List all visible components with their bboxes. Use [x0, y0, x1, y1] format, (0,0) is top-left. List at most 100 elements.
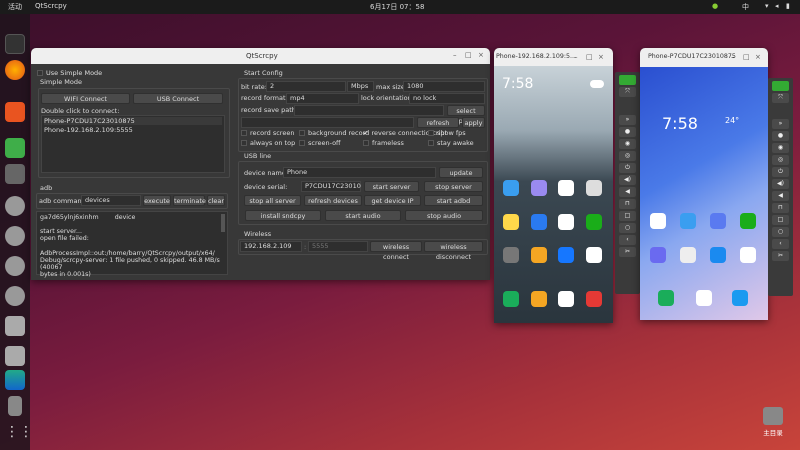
gallery-app-icon[interactable] [650, 213, 666, 229]
app-icon[interactable] [531, 247, 547, 263]
stop-all-server-button[interactable]: stop all server [244, 195, 301, 206]
touch-icon[interactable]: ● [619, 127, 636, 137]
clear-button[interactable]: clear [207, 195, 225, 206]
close-button[interactable]: × [755, 53, 761, 61]
adb-command-input[interactable]: devices [81, 195, 141, 206]
disk-icon[interactable] [5, 196, 25, 216]
app-icon[interactable] [5, 370, 25, 390]
maximize-button[interactable]: □ [743, 53, 750, 61]
volume-down-icon[interactable]: ◀ [619, 187, 636, 197]
wechat-app-icon[interactable] [586, 214, 602, 230]
contacts-app-icon[interactable] [710, 247, 726, 263]
active-app-label[interactable]: QtScrcpy [35, 2, 67, 10]
show-touches-icon[interactable]: ◉ [772, 143, 789, 153]
music-app-icon[interactable] [558, 180, 574, 196]
reverse-connection-checkbox[interactable]: ✔ reverse connection [363, 129, 434, 137]
drive-icon[interactable] [5, 316, 25, 336]
wireless-disconnect-button[interactable]: wireless disconnect [424, 241, 483, 261]
background-record-checkbox[interactable]: background record [299, 129, 369, 137]
disk-icon[interactable] [5, 286, 25, 306]
frameless-checkbox[interactable]: frameless [363, 139, 404, 147]
minimize-button[interactable]: – [574, 53, 578, 61]
log-scrollbar[interactable] [221, 214, 225, 232]
always-on-top-checkbox[interactable]: always on top [241, 139, 295, 147]
app-switch-icon[interactable]: ⊓ [619, 199, 636, 209]
bit-rate-unit-select[interactable]: Mbps [347, 81, 374, 92]
camera-app-icon[interactable] [680, 247, 696, 263]
firefox-icon[interactable] [5, 60, 25, 80]
device-name-input[interactable]: Phone [283, 167, 436, 178]
messages-app-icon[interactable] [732, 290, 748, 306]
screen-off-icon[interactable]: ◎ [619, 151, 636, 161]
start-audio-button[interactable]: start audio [325, 210, 401, 221]
apply-button[interactable]: apply [462, 117, 485, 128]
install-sndcpy-button[interactable]: install sndcpy [245, 210, 321, 221]
weather-app-icon[interactable] [680, 213, 696, 229]
use-simple-mode-checkbox[interactable]: Use Simple Mode [37, 69, 102, 77]
device-list[interactable]: Phone-P7CDU17C23010875 Phone-192.168.2.1… [41, 115, 225, 173]
notes-app-icon[interactable] [531, 291, 547, 307]
fullscreen-icon[interactable]: ⤧ [772, 93, 789, 103]
toutiao-app-icon[interactable] [586, 291, 602, 307]
settings-app-icon[interactable] [503, 247, 519, 263]
get-device-ip-button[interactable]: get device IP [364, 195, 421, 206]
maximize-button[interactable]: □ [465, 51, 472, 59]
settings-icon[interactable] [5, 164, 25, 184]
expand-notification-icon[interactable]: » [619, 115, 636, 125]
feishu-app-icon[interactable] [531, 214, 547, 230]
back-icon[interactable]: ‹ [772, 239, 789, 249]
record-format-select[interactable]: mp4 [286, 93, 359, 104]
max-size-select[interactable]: 1080 [403, 81, 485, 92]
port-input[interactable]: 5555 [308, 241, 368, 252]
disk-icon[interactable] [5, 256, 25, 276]
qt-creator-icon[interactable] [5, 138, 25, 158]
stop-audio-button[interactable]: stop audio [405, 210, 483, 221]
screen-off-checkbox[interactable]: screen-off [299, 139, 341, 147]
expand-notification-icon[interactable]: » [772, 119, 789, 129]
volume-up-icon[interactable]: ◀) [772, 179, 789, 189]
lock-orientation-select[interactable]: no lock [409, 93, 485, 104]
alipay-app-icon[interactable] [558, 247, 574, 263]
input-method[interactable]: 中 [742, 2, 749, 12]
device-serial-select[interactable]: P7CDU17C23010 [301, 181, 361, 192]
drive-icon[interactable] [5, 346, 25, 366]
notes-app-icon[interactable] [710, 213, 726, 229]
minimize-button[interactable]: – [731, 53, 735, 61]
gallery-app-icon[interactable] [531, 180, 547, 196]
home-icon[interactable]: ○ [772, 227, 789, 237]
chrome-app-icon[interactable] [558, 291, 574, 307]
wifi-connect-button[interactable]: WIFI Connect [41, 93, 130, 104]
qq-app-icon[interactable] [558, 214, 574, 230]
minimize-button[interactable]: – [453, 51, 457, 59]
qq-app-icon[interactable] [740, 247, 756, 263]
power-icon[interactable]: ⏻ [772, 167, 789, 177]
device-list-item[interactable]: Phone-P7CDU17C23010875 [44, 117, 222, 125]
music-app-icon[interactable] [650, 247, 666, 263]
phone-app-icon[interactable] [503, 291, 519, 307]
menu-icon[interactable]: □ [772, 215, 789, 225]
refresh-devices-button[interactable]: refresh devices [304, 195, 362, 206]
select-path-button[interactable]: select path [447, 105, 485, 125]
maps-app-icon[interactable] [503, 214, 519, 230]
home-folder-shortcut[interactable]: 主目录 [758, 405, 788, 445]
record-screen-checkbox[interactable]: record screen [241, 129, 294, 137]
start-adbd-button[interactable]: start adbd [424, 195, 483, 206]
close-button[interactable]: × [598, 53, 604, 61]
clock[interactable]: 6月17日 07：58 [370, 2, 424, 12]
phone2-screen[interactable]: 7:58 24° [640, 67, 768, 320]
show-fps-checkbox[interactable]: show fps [428, 129, 466, 137]
screenshot-icon[interactable]: ✂ [619, 247, 636, 257]
battery-icon[interactable]: ▮ [786, 2, 790, 10]
wireless-connect-button[interactable]: wireless connect [370, 241, 422, 261]
home-icon[interactable]: ○ [619, 223, 636, 233]
volume-icon[interactable]: ◂ [775, 2, 779, 10]
device-list-item[interactable]: Phone-192.168.2.109:5555 [44, 126, 133, 134]
maximize-button[interactable]: □ [586, 53, 593, 61]
record-save-path-input[interactable] [294, 105, 444, 116]
app-icon[interactable] [586, 247, 602, 263]
weather-app-icon[interactable] [503, 180, 519, 196]
terminal-icon[interactable] [5, 34, 25, 54]
bit-rate-input[interactable]: 2 [266, 81, 346, 92]
terminate-button[interactable]: terminate [173, 195, 206, 206]
power-icon[interactable]: ⏻ [619, 163, 636, 173]
